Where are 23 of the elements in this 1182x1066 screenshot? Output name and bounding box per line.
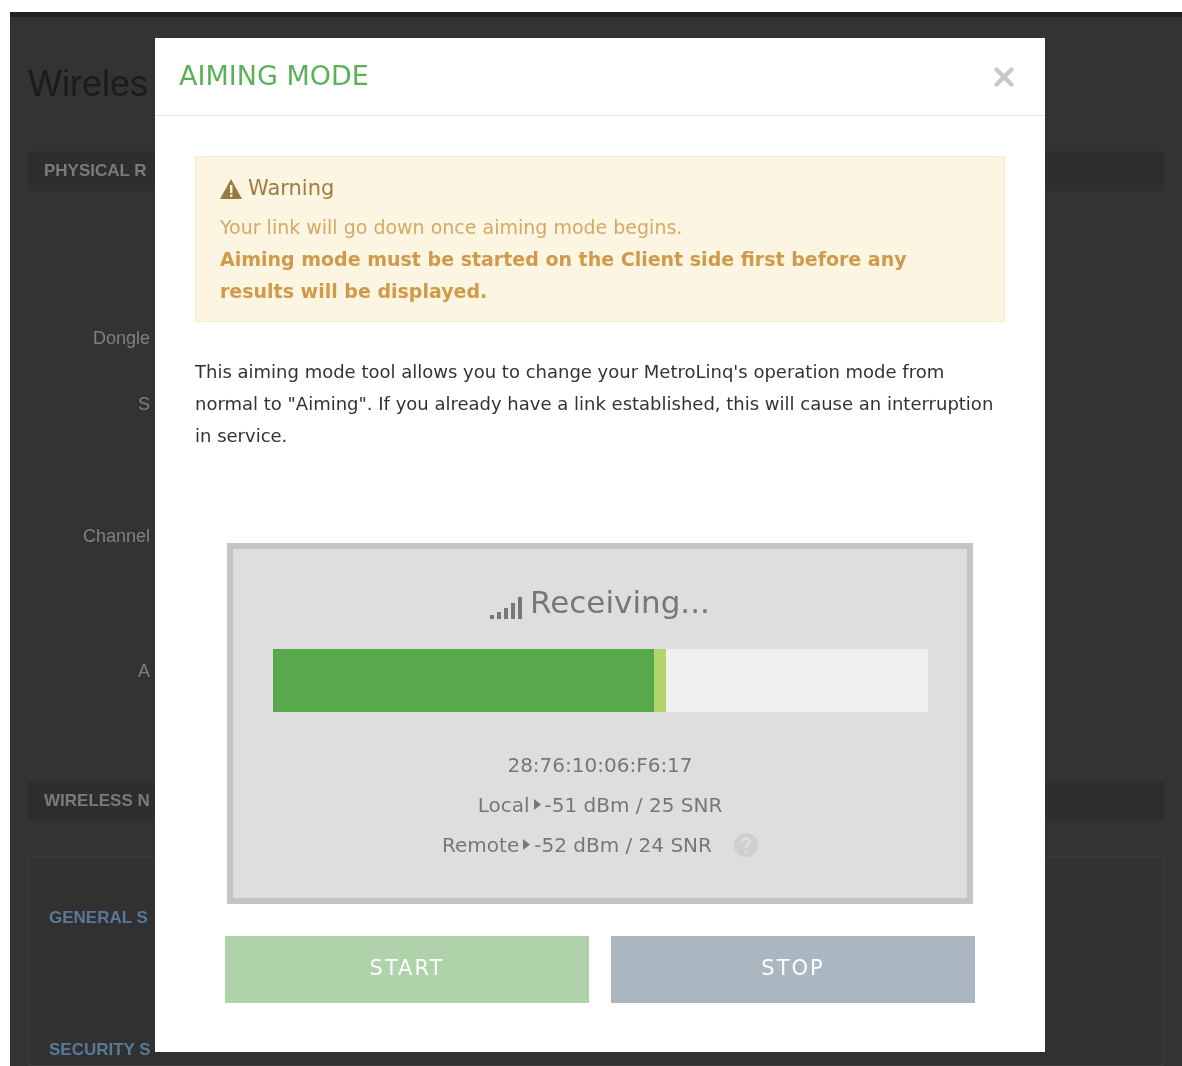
caret-icon — [533, 799, 541, 810]
card-heading: GENERAL S — [49, 907, 148, 930]
warning-text: Aiming mode must be started on the Client side first before any results will be displayed. — [220, 246, 908, 304]
signal-icon — [490, 596, 523, 619]
status-text: Receiving... — [530, 584, 710, 619]
section-heading: PHYSICAL R — [44, 160, 147, 183]
card-heading: SECURITY S — [49, 1039, 151, 1062]
dialog-title: AIMING MODE — [179, 59, 369, 94]
reading-label: Local — [477, 791, 530, 818]
description-text: This aiming mode tool allows you to change your MetroLinq's operation mode from normal to "Aiming". If you already have a link established, this will cause an interruption in service. — [195, 359, 995, 448]
field-label: Dongle — [92, 326, 150, 350]
warning-title: Warning — [248, 175, 335, 202]
warning-icon — [220, 178, 242, 199]
field-label: A — [138, 659, 150, 683]
caret-icon — [523, 839, 531, 850]
field-label: Channel — [82, 524, 150, 548]
warning-text: Your link will go down once aiming mode begins. — [220, 214, 684, 240]
reading-value: -51 dBm / 25 SNR — [544, 791, 723, 818]
section-heading: WIRELESS N — [44, 790, 150, 813]
reading-label: Remote — [442, 831, 520, 858]
mac-address: 28:76:10:06:F6:17 — [507, 751, 693, 778]
reading-value: -52 dBm / 24 SNR — [534, 831, 712, 858]
field-label: S — [138, 392, 150, 416]
